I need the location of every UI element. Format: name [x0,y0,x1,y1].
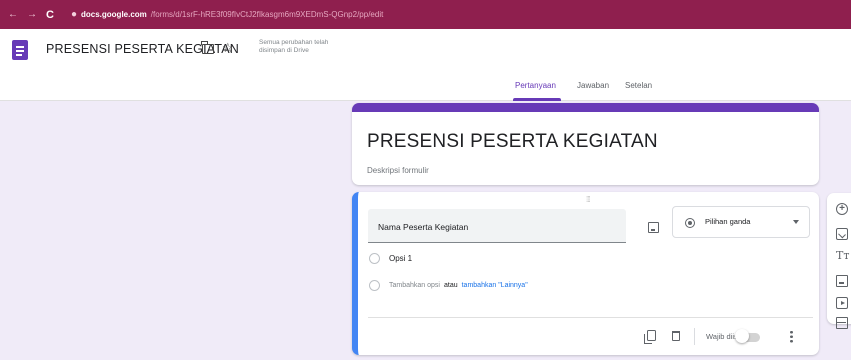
option-row[interactable]: Opsi 1 [369,253,412,264]
chevron-down-icon [793,220,799,224]
save-status: Semua perubahan telah disimpan di Drive [259,39,329,54]
google-forms-logo[interactable] [12,40,28,60]
tab-settings[interactable]: Setelan [625,81,652,90]
question-type-label: Pilihan ganda [705,217,751,226]
form-header-card: PRESENSI PESERTA KEGIATAN Deskripsi form… [352,103,819,185]
app-header: PRESENSI PESERTA KEGIATAN ☆ Semua peruba… [0,29,851,71]
back-icon[interactable]: ← [8,9,18,20]
question-title-field[interactable]: Nama Peserta Kegiatan [368,209,626,243]
radio-empty-icon [369,253,380,264]
question-card[interactable]: ⁞⁞⁞ Nama Peserta Kegiatan Pilihan ganda … [352,192,819,355]
form-title[interactable]: PRESENSI PESERTA KEGIATAN [367,131,658,153]
add-option-or: atau [443,282,458,289]
add-title-icon[interactable]: Tт [836,250,849,262]
browser-toolbar: ← → C ● docs.google.com/forms/d/1srF-hRE… [0,0,851,29]
import-questions-icon[interactable] [836,228,848,240]
add-question-icon[interactable]: + [836,203,848,215]
add-video-icon[interactable] [836,297,848,309]
delete-icon[interactable] [672,331,680,341]
star-icon[interactable]: ☆ [222,40,234,56]
forward-icon[interactable]: → [27,9,37,20]
footer-divider-line [368,317,813,318]
footer-separator [694,328,695,345]
url-host: docs.google.com [81,10,147,19]
add-image-icon[interactable] [648,222,659,233]
add-option-link[interactable]: Tambahkan opsi [389,282,440,289]
lock-icon: ● [70,9,77,20]
floating-toolbar: + Tт [827,193,851,329]
tab-responses[interactable]: Jawaban [577,81,609,90]
move-to-folder-icon[interactable] [201,41,214,54]
question-type-select[interactable]: Pilihan ganda [672,206,810,238]
question-title-text: Nama Peserta Kegiatan [378,222,469,232]
drag-handle-icon[interactable]: ⁞⁞⁞ [586,195,591,204]
form-description[interactable]: Deskripsi formulir [367,166,429,175]
address-bar[interactable]: ● docs.google.com/forms/d/1srF-hRE3f09fI… [71,9,383,20]
required-toggle[interactable] [735,329,749,343]
add-other-link[interactable]: tambahkan "Lainnya" [462,282,528,289]
more-options-icon[interactable] [790,330,793,343]
url-path: /forms/d/1srF-hRE3f09fIvCtJ2fIkasgm6m9XE… [150,10,384,19]
active-tab-indicator [513,98,561,101]
tab-bar: Pertanyaan Jawaban Setelan [0,71,851,101]
add-option-row: Tambahkan opsi atau tambahkan "Lainnya" [369,280,528,291]
duplicate-icon[interactable] [644,330,656,344]
radio-button-icon [685,218,695,228]
tab-questions[interactable]: Pertanyaan [515,81,556,90]
reload-icon[interactable]: C [46,9,54,21]
add-section-icon[interactable] [836,317,848,329]
radio-empty-icon [369,280,380,291]
option-label[interactable]: Opsi 1 [389,254,412,263]
add-image-icon[interactable] [836,275,848,287]
